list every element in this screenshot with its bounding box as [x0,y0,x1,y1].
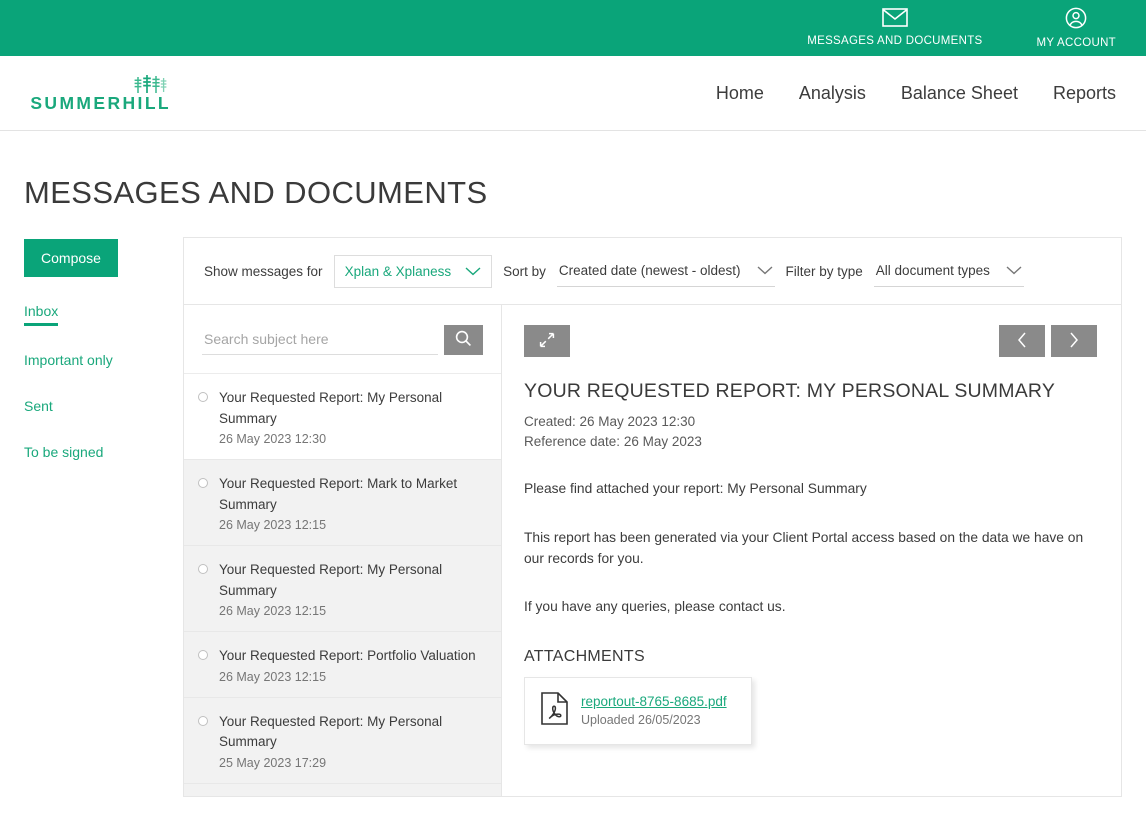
search-row [184,305,501,373]
envelope-icon [882,8,908,31]
attachment-link[interactable]: reportout-8765-8685.pdf [581,694,727,709]
attachment-info: reportout-8765-8685.pdf Uploaded 26/05/2… [581,694,727,727]
chevron-down-icon [1006,263,1022,278]
message-subject: Your Requested Report: My Personal Summa… [219,562,443,598]
search-icon [455,330,472,350]
brand-logo[interactable]: SUMMERHILL [30,74,171,113]
sort-select-value: Created date (newest - oldest) [558,263,741,278]
message-subject: Your Requested Report: Mark to Market Su… [219,476,458,512]
nav-item-analysis[interactable]: Analysis [799,83,866,104]
compose-button[interactable]: Compose [24,239,118,277]
list-item[interactable]: Planning Meeting Discussion [184,783,501,796]
attachments-heading: ATTACHMENTS [524,647,645,665]
document-type-select[interactable]: All document types [873,255,1024,287]
message-subject: Your Requested Report: Portfolio Valuati… [219,648,476,664]
message-detail-title: YOUR REQUESTED REPORT: MY PERSONAL SUMMA… [524,380,1056,402]
utility-topbar: MESSAGES AND DOCUMENTS MY ACCOUNT [0,0,1146,56]
message-date: 26 May 2023 12:30 [219,432,327,447]
expand-button[interactable] [524,325,570,357]
message-select-radio[interactable] [198,478,208,489]
list-item[interactable]: Your Requested Report: My Personal Summa… [184,374,501,461]
account-select-value: Xplan & Xplaness [344,263,452,279]
topbar-item-messages[interactable]: MESSAGES AND DOCUMENTS [807,8,982,48]
chevron-down-icon [757,263,773,278]
message-reference-date: Reference date: 26 May 2023 [524,433,702,449]
page-title: MESSAGES AND DOCUMENTS [24,175,488,210]
message-date: 26 May 2023 12:15 [219,669,327,684]
message-select-radio[interactable] [198,650,208,661]
message-paragraph: Please find attached your report: My Per… [524,481,867,497]
attachment-item[interactable]: reportout-8765-8685.pdf Uploaded 26/05/2… [524,676,752,745]
message-content: Your Requested Report: My Personal Summa… [219,560,487,618]
filter-by-type-label: Filter by type [785,263,863,279]
message-date: 26 May 2023 12:15 [219,604,327,619]
message-select-radio[interactable] [198,715,208,726]
message-subject: Your Requested Report: My Personal Summa… [219,390,443,426]
sidebar: Compose Inbox Important only Sent To be … [24,237,159,797]
previous-message-button[interactable] [999,325,1045,357]
message-date: 25 May 2023 17:29 [219,755,327,770]
messages-card: Show messages for Xplan & Xplaness Sort … [183,237,1122,797]
message-detail-pane: YOUR REQUESTED REPORT: MY PERSONAL SUMMA… [502,305,1121,796]
page-body: Compose Inbox Important only Sent To be … [0,211,1146,797]
message-created-date: Created: 26 May 2023 12:30 [524,414,696,429]
trees-icon [133,74,167,94]
message-content: Your Requested Report: Mark to Market Su… [219,474,487,532]
message-select-radio[interactable] [198,392,208,402]
list-item[interactable]: Your Requested Report: Mark to Market Su… [184,460,501,547]
message-list-pane: Your Requested Report: My Personal Summa… [184,305,502,796]
show-messages-for-label: Show messages for [204,263,323,279]
search-input[interactable] [202,325,438,355]
filter-bar: Show messages for Xplan & Xplaness Sort … [184,238,1121,305]
detail-toolbar [524,325,1097,357]
topbar-label-my-account: MY ACCOUNT [1036,36,1116,49]
next-message-button[interactable] [1051,325,1097,357]
chevron-left-icon [1017,332,1027,351]
card-panes: Your Requested Report: My Personal Summa… [184,305,1121,796]
nav-item-reports[interactable]: Reports [1053,83,1116,104]
list-item[interactable]: Your Requested Report: Portfolio Valuati… [184,632,501,698]
sidebar-item-important-only[interactable]: Important only [24,352,113,372]
message-content: Your Requested Report: Portfolio Valuati… [219,646,487,684]
message-select-radio[interactable] [198,564,208,575]
brand-name: SUMMERHILL [30,92,171,113]
message-pager [999,325,1097,357]
site-header: SUMMERHILL Home Analysis Balance Sheet R… [0,56,1146,131]
message-list[interactable]: Your Requested Report: My Personal Summa… [184,373,501,796]
expand-icon [539,332,555,351]
nav-item-balance-sheet[interactable]: Balance Sheet [901,83,1018,104]
sidebar-item-sent[interactable]: Sent [24,398,53,418]
message-paragraph: This report has been generated via your … [524,529,1084,566]
document-type-select-value: All document types [875,263,990,278]
topbar-item-my-account[interactable]: MY ACCOUNT [1037,7,1116,50]
chevron-right-icon [1069,332,1079,351]
message-paragraph: If you have any queries, please contact … [524,599,786,615]
sidebar-item-to-be-signed[interactable]: To be signed [24,444,103,464]
message-content: Your Requested Report: My Personal Summa… [219,712,487,770]
sort-select[interactable]: Created date (newest - oldest) [556,255,775,287]
pdf-file-icon [541,691,568,730]
attachment-uploaded-date: Uploaded 26/05/2023 [581,713,701,728]
search-button[interactable] [444,325,483,355]
sort-by-label: Sort by [503,263,546,279]
nav-item-home[interactable]: Home [716,83,764,104]
list-item[interactable]: Your Requested Report: My Personal Summa… [184,697,501,784]
user-circle-icon [1065,7,1087,33]
message-date: 26 May 2023 12:15 [219,518,327,533]
list-item[interactable]: Your Requested Report: My Personal Summa… [184,546,501,633]
chevron-down-icon [465,264,481,279]
message-content: Your Requested Report: My Personal Summa… [219,388,487,446]
topbar-label-messages: MESSAGES AND DOCUMENTS [807,35,983,48]
sidebar-item-inbox[interactable]: Inbox [24,303,59,326]
account-select[interactable]: Xplan & Xplaness [333,254,493,288]
main-navigation: Home Analysis Balance Sheet Reports [716,83,1116,104]
message-subject: Your Requested Report: My Personal Summa… [219,713,443,750]
